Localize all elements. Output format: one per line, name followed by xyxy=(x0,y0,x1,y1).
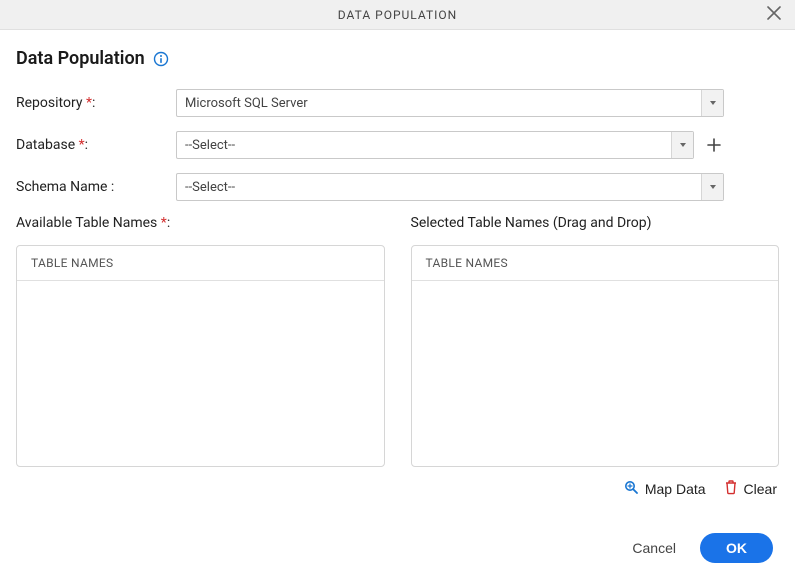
schema-value: --Select-- xyxy=(177,174,701,200)
chevron-down-icon xyxy=(671,132,693,158)
repository-label: Repository *: xyxy=(16,95,176,111)
close-button[interactable] xyxy=(763,2,785,28)
dialog-header: DATA POPULATION xyxy=(0,0,795,30)
trash-icon xyxy=(724,479,738,498)
selected-tables-column: Selected Table Names (Drag and Drop) TAB… xyxy=(411,215,780,498)
cancel-button[interactable]: Cancel xyxy=(632,540,676,556)
dialog-title: DATA POPULATION xyxy=(338,8,457,22)
dialog-footer: Cancel OK xyxy=(0,519,795,577)
chevron-down-icon xyxy=(701,90,723,116)
clear-button[interactable]: Clear xyxy=(724,479,777,498)
close-icon xyxy=(767,6,781,20)
schema-label: Schema Name : xyxy=(16,179,176,195)
ok-button[interactable]: OK xyxy=(700,533,773,563)
map-data-icon xyxy=(623,479,639,498)
map-data-button[interactable]: Map Data xyxy=(623,479,706,498)
chevron-down-icon xyxy=(701,174,723,200)
database-value: --Select-- xyxy=(177,132,671,158)
page-title-row: Data Population xyxy=(16,48,779,69)
selected-tables-label: Selected Table Names (Drag and Drop) xyxy=(411,215,780,231)
selected-tables-box[interactable]: TABLE NAMES xyxy=(411,245,780,467)
schema-select[interactable]: --Select-- xyxy=(176,173,724,201)
repository-value: Microsoft SQL Server xyxy=(177,90,701,116)
tables-section: Available Table Names *: TABLE NAMES Sel… xyxy=(16,215,779,498)
add-database-button[interactable] xyxy=(704,135,724,155)
database-select[interactable]: --Select-- xyxy=(176,131,694,159)
schema-row: Schema Name : --Select-- xyxy=(16,173,779,201)
database-label: Database *: xyxy=(16,137,176,153)
selected-tables-header: TABLE NAMES xyxy=(412,246,779,281)
database-row: Database *: --Select-- xyxy=(16,131,779,159)
repository-row: Repository *: Microsoft SQL Server xyxy=(16,89,779,117)
repository-select[interactable]: Microsoft SQL Server xyxy=(176,89,724,117)
page-title: Data Population xyxy=(16,48,145,69)
available-tables-header: TABLE NAMES xyxy=(17,246,384,281)
info-icon[interactable] xyxy=(153,51,169,67)
dialog-content: Data Population Repository *: Microsoft … xyxy=(0,30,795,510)
available-tables-column: Available Table Names *: TABLE NAMES xyxy=(16,215,385,498)
table-actions-row: Map Data Clear xyxy=(411,479,780,498)
available-tables-box[interactable]: TABLE NAMES xyxy=(16,245,385,467)
available-tables-label: Available Table Names *: xyxy=(16,215,385,231)
plus-icon xyxy=(706,137,722,153)
